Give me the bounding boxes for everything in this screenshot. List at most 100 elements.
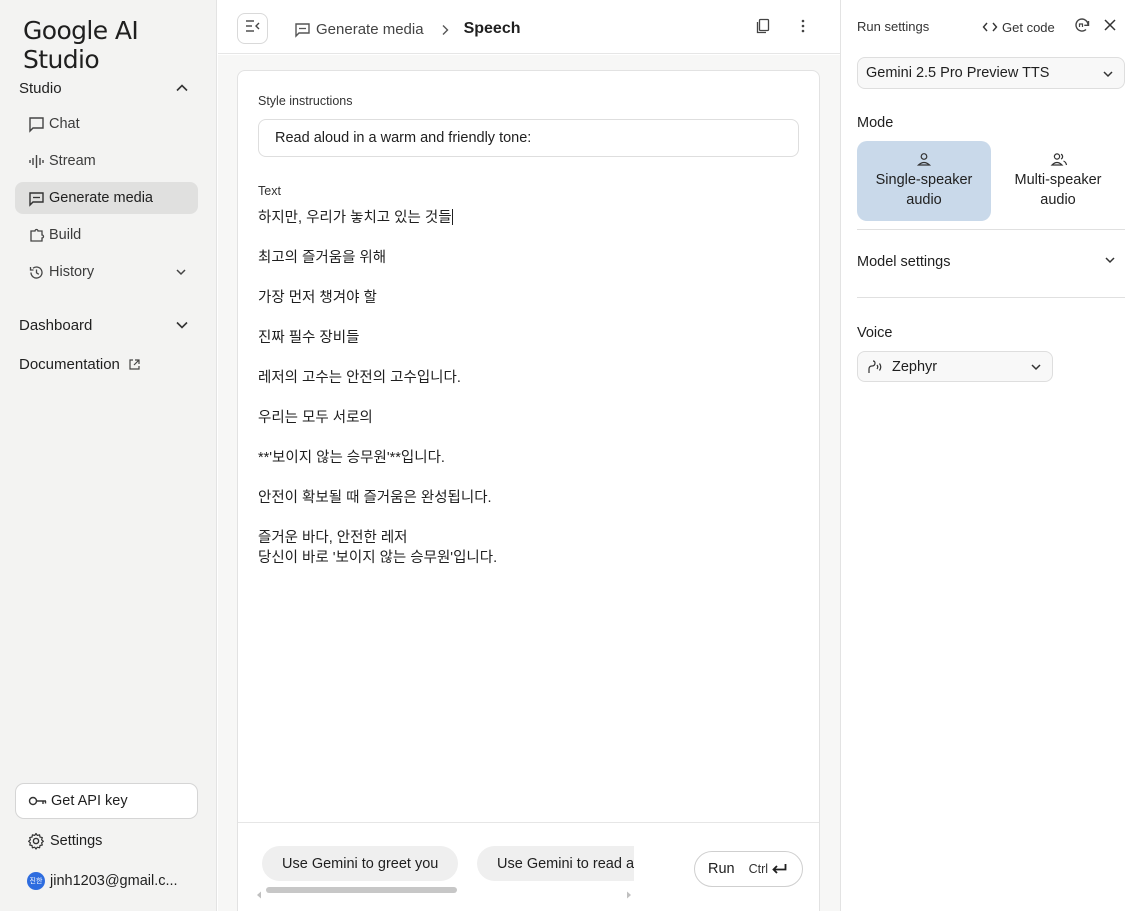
speech-text-input[interactable]: 하지만, 우리가 놓치고 있는 것들 최고의 즐거움을 위해 가장 먼저 챙겨야… (258, 208, 799, 568)
documentation-link[interactable]: Documentation (19, 353, 141, 375)
get-api-key-label: Get API key (51, 793, 128, 809)
style-instructions-label: Style instructions (258, 94, 353, 108)
divider (857, 229, 1125, 230)
sidebar-item-chat[interactable]: Chat (15, 108, 198, 140)
text-line: 진짜 필수 장비들 (258, 330, 360, 346)
chevron-down-icon (1030, 361, 1042, 373)
model-select-value: Gemini 2.5 Pro Preview TTS (866, 65, 1050, 81)
single-speaker-label-line2: audio (906, 192, 942, 208)
chevron-down-icon (1102, 68, 1114, 80)
text-line: 안전이 확보될 때 즐거움은 완성됩니다. (258, 490, 492, 506)
compare-button[interactable] (754, 18, 772, 39)
reset-icon (1074, 17, 1091, 38)
multi-speaker-mode-button[interactable]: Multi-speaker audio (991, 141, 1125, 221)
style-instructions-value: Read aloud in a warm and friendly tone: (275, 130, 532, 146)
voice-icon (867, 359, 883, 374)
chevron-down-icon (175, 318, 189, 332)
close-panel-button[interactable] (1101, 18, 1119, 36)
sidebar-item-label: History (49, 264, 95, 280)
text-line: 즐거운 바다, 안전한 레저 (258, 530, 408, 546)
breadcrumb: Generate media Speech (294, 18, 521, 40)
build-icon (27, 226, 45, 244)
mode-label: Mode (857, 115, 894, 131)
sidebar-item-label: Build (49, 227, 82, 243)
people-icon (1050, 152, 1068, 166)
text-line: 레저의 고수는 안전의 고수입니다. (258, 370, 461, 386)
gear-icon (27, 832, 45, 850)
reset-settings-button[interactable] (1073, 17, 1091, 38)
text-line: 당신이 바로 '보이지 않는 승무원'입니다. (258, 550, 498, 566)
settings-button[interactable]: Settings (27, 830, 102, 852)
chevron-up-icon (175, 81, 189, 95)
copy-icon (755, 18, 771, 39)
account-email: jinh1203@gmail.c... (50, 873, 178, 889)
suggestion-chip-greet[interactable]: Use Gemini to greet you (262, 846, 459, 881)
run-button[interactable]: Run Ctrl (694, 851, 803, 887)
multi-speaker-label-line2: audio (1040, 192, 1076, 208)
more-options-button[interactable] (794, 19, 812, 37)
run-settings-panel (840, 0, 1139, 911)
account-menu[interactable]: 진한 jinh1203@gmail.c... (27, 870, 178, 892)
studio-section-toggle[interactable]: Studio (19, 75, 197, 101)
get-api-key-button[interactable]: Get API key (15, 783, 198, 819)
sidebar-item-label: Chat (49, 116, 80, 132)
more-vert-icon (801, 19, 805, 38)
divider (857, 297, 1125, 298)
model-select[interactable]: Gemini 2.5 Pro Preview TTS (857, 57, 1125, 89)
breadcrumb-parent[interactable]: Generate media (316, 21, 424, 38)
code-icon (982, 21, 998, 33)
voice-label: Voice (857, 325, 893, 341)
chevron-down-icon (1104, 254, 1116, 270)
scroll-left-icon[interactable] (256, 886, 262, 899)
sidebar-item-history[interactable]: History (15, 256, 198, 288)
text-line: 우리는 모두 서로의 (258, 410, 373, 426)
sidebar-item-build[interactable]: Build (15, 219, 198, 251)
top-bar: Generate media Speech (218, 0, 840, 54)
studio-section-label: Studio (19, 79, 62, 97)
avatar: 진한 (27, 872, 45, 890)
voice-select[interactable]: Zephyr (857, 351, 1053, 382)
text-line: 가장 먼저 챙겨야 할 (258, 290, 377, 306)
dashboard-section-toggle[interactable]: Dashboard (19, 312, 197, 338)
sidebar-item-stream[interactable]: Stream (15, 145, 198, 177)
app-logo[interactable]: Google AI Studio (23, 16, 216, 74)
chevron-right-icon (440, 23, 450, 35)
suggestion-chip-read[interactable]: Use Gemini to read a (477, 846, 634, 881)
sidebar-item-label: Generate media (49, 190, 153, 206)
run-label: Run (708, 861, 735, 877)
text-line: **'보이지 않는 승무원'**입니다. (258, 450, 445, 466)
sidebar: Google AI Studio Studio Chat Stream Gene… (0, 0, 217, 911)
text-line: 최고의 즐거움을 위해 (258, 250, 387, 266)
sidebar-item-label: Stream (49, 153, 96, 169)
chevron-down-icon (174, 265, 188, 279)
single-speaker-label-line1: Single-speaker (875, 172, 973, 188)
chat-icon (27, 115, 45, 133)
style-instructions-input[interactable]: Read aloud in a warm and friendly tone: (258, 119, 799, 157)
text-label: Text (258, 184, 281, 198)
voice-select-value: Zephyr (892, 358, 938, 375)
key-icon (28, 793, 48, 809)
toggle-sidebar-button[interactable] (237, 13, 268, 44)
horizontal-scrollbar[interactable] (266, 887, 457, 893)
text-caret (451, 209, 453, 225)
settings-label: Settings (50, 833, 103, 849)
single-speaker-mode-button[interactable]: Single-speaker audio (857, 141, 991, 221)
documentation-label: Documentation (19, 355, 120, 373)
ctrl-key-label: Ctrl (748, 862, 769, 876)
suggestion-chips: Use Gemini to greet you Use Gemini to re… (262, 846, 634, 882)
sidebar-toggle-icon (245, 19, 261, 38)
run-shortcut: Ctrl (749, 862, 787, 876)
multi-speaker-label-line1: Multi-speaker (1014, 172, 1102, 188)
close-icon (1104, 18, 1116, 36)
run-settings-title: Run settings (857, 19, 930, 34)
person-icon (916, 152, 932, 166)
sidebar-item-generate-media[interactable]: Generate media (15, 182, 198, 214)
external-link-icon (128, 358, 141, 371)
model-settings-toggle[interactable]: Model settings (857, 252, 1116, 272)
get-code-button[interactable]: Get code (982, 18, 1055, 36)
waveform-icon (27, 152, 45, 170)
dashboard-section-label: Dashboard (19, 316, 93, 334)
model-settings-label: Model settings (857, 254, 951, 270)
media-icon (294, 21, 311, 38)
scroll-right-icon[interactable] (626, 886, 632, 899)
